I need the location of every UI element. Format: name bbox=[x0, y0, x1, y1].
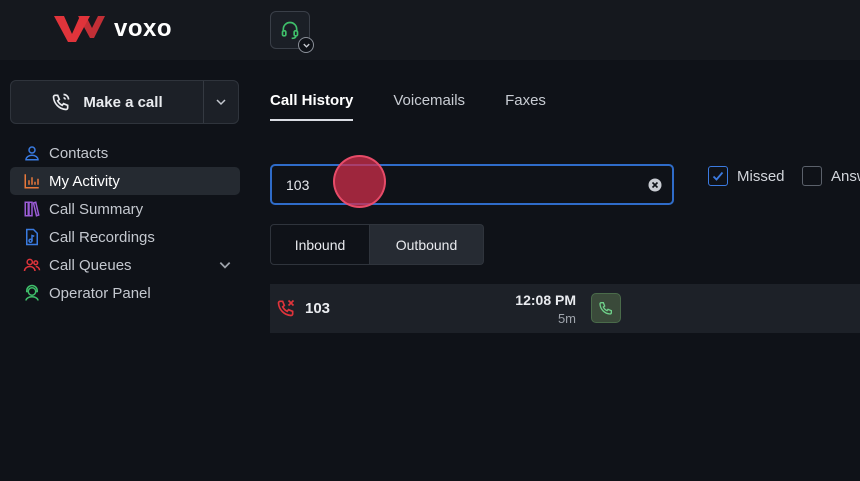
sidebar-item-label: Call Queues bbox=[49, 256, 132, 274]
person-icon bbox=[22, 143, 42, 163]
missed-label: Missed bbox=[737, 167, 785, 185]
direction-toggle: Inbound Outbound bbox=[270, 224, 484, 265]
sidebar-item-my-activity[interactable]: My Activity bbox=[10, 167, 240, 195]
tab-voicemails[interactable]: Voicemails bbox=[393, 92, 465, 121]
sidebar-nav: Contacts My Activity Call Summary Call R… bbox=[10, 139, 240, 307]
filter-missed[interactable]: Missed bbox=[708, 166, 785, 186]
sidebar-item-contacts[interactable]: Contacts bbox=[10, 139, 240, 167]
make-call-button-group: Make a call bbox=[10, 80, 239, 124]
make-call-dropdown[interactable] bbox=[204, 81, 238, 123]
voxo-logo-mark bbox=[54, 16, 105, 42]
sidebar-item-operator-panel[interactable]: Operator Panel bbox=[10, 279, 240, 307]
phone-icon bbox=[599, 302, 612, 315]
filter-answered[interactable]: Answ bbox=[802, 166, 860, 186]
answered-label: Answ bbox=[831, 167, 860, 185]
inbound-button[interactable]: Inbound bbox=[270, 224, 370, 265]
click-indicator bbox=[333, 155, 386, 208]
tab-call-history[interactable]: Call History bbox=[270, 92, 354, 121]
brand-name: voxo bbox=[114, 15, 173, 42]
agent-status-button[interactable] bbox=[270, 11, 314, 53]
books-icon bbox=[22, 199, 42, 219]
top-bar: voxo bbox=[0, 0, 860, 60]
sidebar-item-call-queues[interactable]: Call Queues bbox=[10, 251, 240, 279]
chevron-down-icon[interactable] bbox=[218, 258, 232, 272]
call-time: 12:08 PM bbox=[515, 292, 576, 308]
phone-icon bbox=[53, 93, 70, 111]
tab-faxes[interactable]: Faxes bbox=[505, 92, 546, 121]
make-call-button[interactable]: Make a call bbox=[11, 81, 203, 123]
table-row[interactable]: 103 12:08 PM 5m bbox=[270, 284, 860, 333]
sidebar-item-label: Call Summary bbox=[49, 200, 144, 218]
call-number: 103 bbox=[305, 300, 331, 317]
history-tabs: Call History Voicemails Faxes bbox=[270, 92, 586, 121]
sidebar-item-label: Operator Panel bbox=[49, 284, 151, 302]
people-icon bbox=[22, 255, 42, 275]
sidebar-item-call-summary[interactable]: Call Summary bbox=[10, 195, 240, 223]
outbound-button[interactable]: Outbound bbox=[370, 224, 484, 265]
sidebar-item-label: Call Recordings bbox=[49, 228, 155, 246]
call-back-button[interactable] bbox=[591, 293, 621, 323]
checkmark-icon bbox=[712, 171, 724, 181]
missed-call-icon bbox=[277, 299, 295, 317]
chevron-down-icon bbox=[216, 99, 226, 106]
bar-chart-icon bbox=[22, 171, 42, 191]
sidebar-item-label: Contacts bbox=[49, 144, 109, 162]
call-duration: 5m bbox=[557, 311, 576, 326]
missed-checkbox[interactable] bbox=[708, 166, 728, 186]
headset-icon bbox=[281, 21, 299, 40]
make-call-label: Make a call bbox=[83, 93, 163, 111]
answered-checkbox[interactable] bbox=[802, 166, 822, 186]
chevron-down-icon[interactable] bbox=[298, 37, 314, 53]
clear-icon[interactable] bbox=[648, 178, 662, 192]
sidebar-item-call-recordings[interactable]: Call Recordings bbox=[10, 223, 240, 251]
voxo-logo[interactable]: voxo bbox=[52, 14, 172, 44]
operator-icon bbox=[22, 283, 42, 303]
audio-file-icon bbox=[22, 227, 42, 247]
search-box bbox=[270, 164, 674, 205]
sidebar-item-label: My Activity bbox=[49, 172, 120, 190]
